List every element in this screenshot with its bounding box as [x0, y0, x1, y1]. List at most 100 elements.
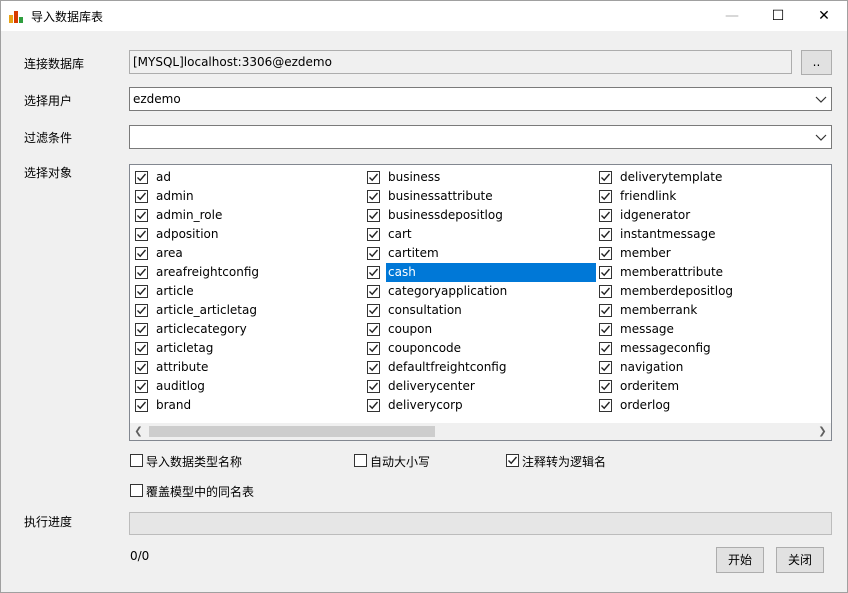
- scroll-left-icon[interactable]: ❮: [130, 423, 147, 440]
- checkbox[interactable]: [367, 323, 380, 336]
- list-item[interactable]: orderlog: [594, 396, 804, 415]
- scrollbar-thumb[interactable]: [149, 426, 435, 437]
- checkbox[interactable]: [599, 171, 612, 184]
- checkbox[interactable]: [367, 380, 380, 393]
- list-item[interactable]: business: [362, 168, 572, 187]
- list-item[interactable]: cash: [362, 263, 596, 282]
- checkbox[interactable]: [599, 380, 612, 393]
- list-item[interactable]: businessattribute: [362, 187, 572, 206]
- list-item[interactable]: categoryapplication: [362, 282, 572, 301]
- list-item[interactable]: message: [594, 320, 804, 339]
- checkbox[interactable]: [599, 342, 612, 355]
- checkbox[interactable]: [367, 361, 380, 374]
- checkbox[interactable]: [367, 342, 380, 355]
- list-item-label: business: [388, 170, 441, 184]
- checkbox[interactable]: [135, 342, 148, 355]
- checkbox[interactable]: [599, 266, 612, 279]
- checkbox[interactable]: [135, 209, 148, 222]
- list-item[interactable]: memberdepositlog: [594, 282, 804, 301]
- list-item-label: cartitem: [388, 246, 439, 260]
- list-item[interactable]: cartitem: [362, 244, 572, 263]
- checkbox[interactable]: [135, 323, 148, 336]
- user-select[interactable]: ezdemo: [129, 87, 832, 111]
- checkbox[interactable]: [599, 304, 612, 317]
- list-item[interactable]: memberrank: [594, 301, 804, 320]
- checkbox[interactable]: [135, 171, 148, 184]
- list-item[interactable]: deliverycenter: [362, 377, 572, 396]
- list-item[interactable]: area: [130, 244, 340, 263]
- close-window-button[interactable]: ✕: [801, 1, 847, 31]
- checkbox[interactable]: [599, 399, 612, 412]
- list-item[interactable]: ad: [130, 168, 340, 187]
- checkbox[interactable]: [367, 304, 380, 317]
- maximize-button[interactable]: ☐: [755, 1, 801, 31]
- list-item[interactable]: couponcode: [362, 339, 572, 358]
- checkbox[interactable]: [599, 228, 612, 241]
- checkbox[interactable]: [367, 285, 380, 298]
- checkbox[interactable]: [599, 361, 612, 374]
- start-button[interactable]: 开始: [716, 547, 764, 573]
- list-item[interactable]: idgenerator: [594, 206, 804, 225]
- checkbox[interactable]: [506, 454, 519, 467]
- scroll-right-icon[interactable]: ❯: [814, 423, 831, 440]
- checkbox[interactable]: [367, 190, 380, 203]
- checkbox[interactable]: [599, 247, 612, 260]
- browse-connection-button[interactable]: ..: [801, 50, 832, 75]
- checkbox[interactable]: [367, 266, 380, 279]
- list-item[interactable]: businessdepositlog: [362, 206, 572, 225]
- checkbox[interactable]: [135, 228, 148, 241]
- checkbox[interactable]: [135, 285, 148, 298]
- list-item[interactable]: consultation: [362, 301, 572, 320]
- checkbox[interactable]: [135, 304, 148, 317]
- objects-checklist[interactable]: ad admin admin_role adposition area areafreig…: [129, 164, 832, 441]
- list-item[interactable]: navigation: [594, 358, 804, 377]
- list-item[interactable]: instantmessage: [594, 225, 804, 244]
- list-item[interactable]: member: [594, 244, 804, 263]
- checkbox[interactable]: [130, 454, 143, 467]
- checkbox[interactable]: [599, 190, 612, 203]
- list-item[interactable]: adposition: [130, 225, 340, 244]
- list-item[interactable]: articlecategory: [130, 320, 340, 339]
- checkbox[interactable]: [367, 228, 380, 241]
- list-item[interactable]: orderitem: [594, 377, 804, 396]
- horizontal-scrollbar[interactable]: ❮ ❯: [130, 423, 831, 440]
- checkbox[interactable]: [367, 171, 380, 184]
- list-item[interactable]: attribute: [130, 358, 340, 377]
- checkbox[interactable]: [367, 399, 380, 412]
- list-item[interactable]: friendlink: [594, 187, 804, 206]
- checkbox[interactable]: [367, 247, 380, 260]
- checkbox[interactable]: [135, 190, 148, 203]
- checkbox[interactable]: [367, 209, 380, 222]
- checkbox[interactable]: [599, 209, 612, 222]
- filter-select[interactable]: [129, 125, 832, 149]
- checkbox[interactable]: [599, 285, 612, 298]
- list-item[interactable]: admin: [130, 187, 340, 206]
- list-item[interactable]: admin_role: [130, 206, 340, 225]
- list-item[interactable]: defaultfreightconfig: [362, 358, 572, 377]
- checkbox[interactable]: [354, 454, 367, 467]
- checkbox[interactable]: [599, 323, 612, 336]
- list-item[interactable]: cart: [362, 225, 572, 244]
- list-item-label: brand: [156, 398, 192, 412]
- checkbox[interactable]: [135, 361, 148, 374]
- list-item[interactable]: article: [130, 282, 340, 301]
- list-item[interactable]: brand: [130, 396, 340, 415]
- minimize-button[interactable]: —: [709, 1, 755, 31]
- list-item[interactable]: memberattribute: [594, 263, 804, 282]
- checkbox[interactable]: [130, 484, 143, 497]
- list-item[interactable]: messageconfig: [594, 339, 804, 358]
- list-item[interactable]: articletag: [130, 339, 340, 358]
- list-item[interactable]: article_articletag: [130, 301, 340, 320]
- list-item[interactable]: deliverycorp: [362, 396, 572, 415]
- list-item[interactable]: areafreightconfig: [130, 263, 340, 282]
- close-button[interactable]: 关闭: [776, 547, 824, 573]
- list-item[interactable]: deliverytemplate: [594, 168, 804, 187]
- checkbox[interactable]: [135, 399, 148, 412]
- list-item[interactable]: auditlog: [130, 377, 340, 396]
- list-item-label: areafreightconfig: [156, 265, 260, 279]
- list-item-label: adposition: [156, 227, 219, 241]
- list-item[interactable]: coupon: [362, 320, 572, 339]
- checkbox[interactable]: [135, 380, 148, 393]
- checkbox[interactable]: [135, 266, 148, 279]
- checkbox[interactable]: [135, 247, 148, 260]
